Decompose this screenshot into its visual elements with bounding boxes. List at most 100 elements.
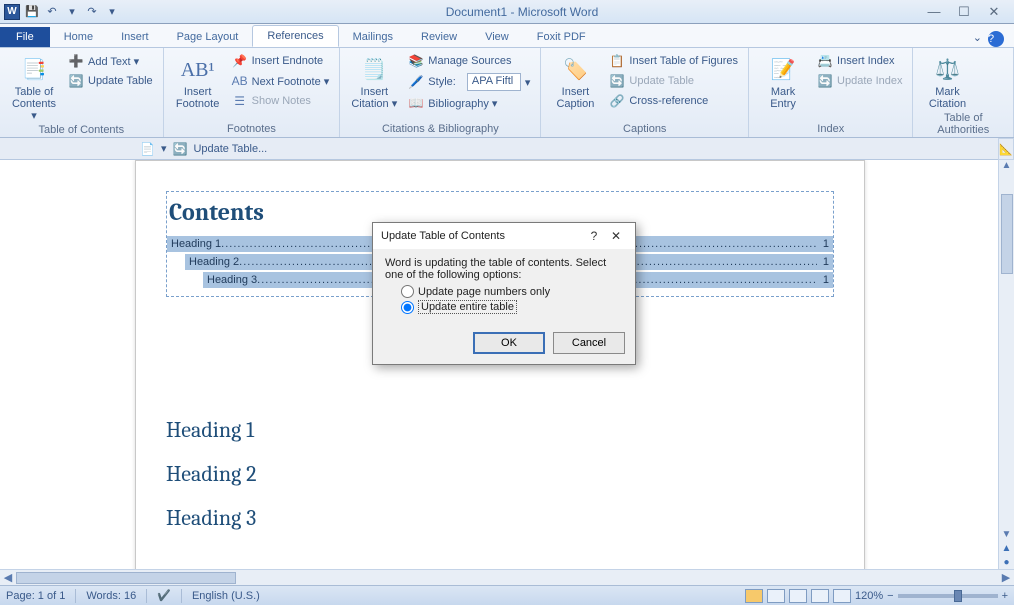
insert-endnote-button[interactable]: 📌Insert Endnote (230, 52, 332, 70)
proofing-icon[interactable]: ✔️ (157, 589, 171, 602)
vertical-scrollbar[interactable]: ▲ ▼ ▲ ● ▼ (998, 160, 1014, 585)
insert-citation-button[interactable]: 🗒️Insert Citation ▾ (348, 50, 400, 110)
tab-mailings[interactable]: Mailings (339, 27, 407, 47)
mark-entry-button[interactable]: 📝Mark Entry (757, 50, 809, 110)
view-web-layout[interactable] (789, 589, 807, 603)
next-footnote-button[interactable]: ABNext Footnote ▾ (230, 72, 332, 90)
option-page-numbers[interactable]: Update page numbers only (401, 285, 623, 298)
tof-icon: 📋 (609, 53, 625, 69)
insert-index-icon: 📇 (817, 53, 833, 69)
view-draft[interactable] (833, 589, 851, 603)
tab-foxit[interactable]: Foxit PDF (523, 27, 600, 47)
zoom-level[interactable]: 120% (855, 590, 883, 602)
bibliography-icon: 📖 (408, 95, 424, 111)
heading-1[interactable]: Heading 1 (166, 417, 834, 443)
tab-file[interactable]: File (0, 27, 50, 47)
style-drop-icon[interactable]: ▾ (525, 76, 531, 89)
radio-page-numbers[interactable] (401, 285, 414, 298)
vscroll-thumb[interactable] (1001, 194, 1013, 274)
tab-review[interactable]: Review (407, 27, 471, 47)
scroll-up-icon[interactable]: ▲ (1000, 160, 1014, 174)
help-icon[interactable]: ? (988, 31, 1004, 47)
mark-entry-icon: 📝 (767, 54, 799, 86)
view-full-screen[interactable] (767, 589, 785, 603)
undo-icon[interactable]: ↶ (44, 4, 60, 20)
style-select[interactable]: APA Fiftl (467, 73, 521, 91)
citation-icon: 🗒️ (358, 54, 390, 86)
minimize-ribbon-icon[interactable]: ⌄ (973, 31, 982, 47)
cancel-button[interactable]: Cancel (553, 332, 625, 354)
insert-tof-button[interactable]: 📋Insert Table of Figures (607, 52, 740, 70)
status-page[interactable]: Page: 1 of 1 (6, 590, 65, 602)
bibliography-button[interactable]: 📖Bibliography ▾ (406, 94, 532, 112)
mark-citation-button[interactable]: ⚖️Mark Citation (921, 50, 973, 110)
object-up-icon[interactable]: ▲ (1000, 543, 1014, 557)
status-bar: Page: 1 of 1 Words: 16 ✔️ English (U.S.)… (0, 585, 1014, 605)
close-button[interactable]: ✕ (984, 4, 1004, 20)
side-panel-toggle[interactable]: 📐 (998, 138, 1014, 160)
hscroll-thumb[interactable] (16, 572, 236, 584)
heading-2[interactable]: Heading 2 (166, 461, 834, 487)
toc-menu-drop-icon[interactable]: ▾ (161, 142, 167, 155)
dialog-help-button[interactable]: ? (583, 229, 605, 243)
mark-citation-icon: ⚖️ (931, 54, 963, 86)
dialog-titlebar[interactable]: Update Table of Contents ? ✕ (373, 223, 635, 249)
update-icon: 🔄 (68, 73, 84, 89)
crossref-icon: 🔗 (609, 93, 625, 109)
scroll-left-icon[interactable]: ◀ (0, 571, 16, 584)
insert-caption-button[interactable]: 🏷️Insert Caption (549, 50, 601, 110)
zoom-thumb[interactable] (954, 590, 962, 602)
save-icon[interactable]: 💾 (24, 4, 40, 20)
style-row: 🖊️Style: APA Fiftl▾ (406, 72, 532, 92)
quick-access-toolbar: W 💾 ↶ ▾ ↷ ▾ (0, 4, 120, 20)
group-citations-label: Citations & Bibliography (348, 121, 532, 137)
ok-button[interactable]: OK (473, 332, 545, 354)
group-toc-label: Table of Contents (8, 122, 155, 138)
add-text-icon: ➕ (68, 53, 84, 69)
body-headings: Heading 1 Heading 2 Heading 3 (166, 417, 834, 531)
table-of-contents-button[interactable]: 📑Table of Contents ▾ (8, 50, 60, 122)
tab-insert[interactable]: Insert (107, 27, 163, 47)
group-captions-label: Captions (549, 121, 740, 137)
horizontal-scrollbar[interactable]: ◀ ▶ (0, 569, 1014, 585)
view-outline[interactable] (811, 589, 829, 603)
toc-menu-icon[interactable]: 📄 (140, 142, 155, 156)
toc-context-bar: 📄 ▾ 🔄 Update Table... (0, 138, 1014, 160)
maximize-button[interactable]: ☐ (954, 4, 974, 20)
redo-icon[interactable]: ↷ (84, 4, 100, 20)
tab-references[interactable]: References (252, 25, 338, 47)
dialog-title: Update Table of Contents (381, 230, 505, 242)
qat-drop-icon[interactable]: ▾ (64, 4, 80, 20)
update-index-icon: 🔄 (817, 73, 833, 89)
tab-page-layout[interactable]: Page Layout (163, 27, 253, 47)
option-entire-table[interactable]: Update entire table (401, 300, 623, 314)
minimize-button[interactable]: — (924, 4, 944, 20)
next-footnote-icon: AB (232, 73, 248, 89)
zoom-slider[interactable] (898, 594, 998, 598)
group-footnotes-label: Footnotes (172, 121, 332, 137)
manage-sources-button[interactable]: 📚Manage Sources (406, 52, 532, 70)
toc-update-icon[interactable]: 🔄 (172, 142, 187, 156)
group-index-label: Index (757, 121, 904, 137)
scroll-right-icon[interactable]: ▶ (998, 571, 1014, 584)
dialog-close-button[interactable]: ✕ (605, 229, 627, 243)
tab-home[interactable]: Home (50, 27, 107, 47)
word-icon[interactable]: W (4, 4, 20, 20)
view-print-layout[interactable] (745, 589, 763, 603)
insert-index-button[interactable]: 📇Insert Index (815, 52, 904, 70)
tab-view[interactable]: View (471, 27, 523, 47)
radio-entire-table[interactable] (401, 301, 414, 314)
endnote-icon: 📌 (232, 53, 248, 69)
qat-customize-icon[interactable]: ▾ (104, 4, 120, 20)
status-language[interactable]: English (U.S.) (192, 590, 260, 602)
toc-update-link[interactable]: Update Table... (193, 143, 267, 155)
scroll-down-icon[interactable]: ▼ (1000, 529, 1014, 543)
add-text-button[interactable]: ➕Add Text ▾ (66, 52, 155, 70)
update-table-button[interactable]: 🔄Update Table (66, 72, 155, 90)
status-words[interactable]: Words: 16 (86, 590, 136, 602)
cross-reference-button[interactable]: 🔗Cross-reference (607, 92, 740, 110)
heading-3[interactable]: Heading 3 (166, 505, 834, 531)
insert-footnote-button[interactable]: AB¹Insert Footnote (172, 50, 224, 110)
zoom-in-button[interactable]: + (1002, 590, 1008, 602)
zoom-out-button[interactable]: − (887, 590, 893, 602)
